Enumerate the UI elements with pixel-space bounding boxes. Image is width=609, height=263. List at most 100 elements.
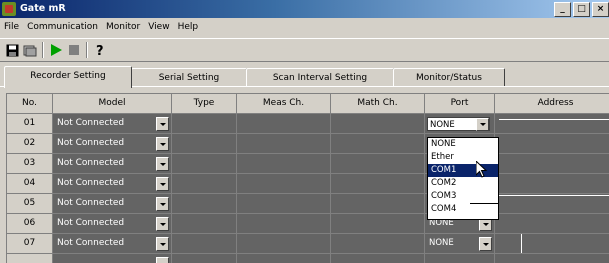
save-icon[interactable] — [4, 42, 20, 58]
model-value: Not Connected — [57, 138, 125, 148]
table-row: 02 Not Connected — [7, 134, 609, 154]
chevron-down-icon[interactable] — [156, 217, 169, 231]
tab-recorder-setting[interactable]: Recorder Setting — [4, 66, 132, 88]
table-header: No. Model Type Meas Ch. Math Ch. Port Ad… — [7, 94, 609, 114]
row-number — [7, 254, 53, 263]
model-select[interactable]: Not Connected — [53, 174, 172, 194]
math-ch-cell — [331, 114, 425, 134]
model-select[interactable]: Not Connected — [53, 194, 172, 214]
tab-serial-setting[interactable]: Serial Setting — [131, 68, 247, 87]
model-value: Not Connected — [57, 158, 125, 168]
type-cell — [172, 154, 237, 174]
chevron-down-icon[interactable] — [156, 197, 169, 211]
port-option-com3[interactable]: COM3 — [428, 190, 498, 203]
model-select[interactable]: Not Connected — [53, 114, 172, 134]
port-option-com4[interactable]: COM4 — [428, 203, 498, 216]
port-dropdown-list: NONE Ether COM1 COM2 COM3 COM4 — [427, 137, 499, 220]
model-select[interactable]: Not Connected — [53, 214, 172, 234]
type-cell — [172, 114, 237, 134]
address-cell[interactable] — [495, 214, 609, 234]
row-number: 01 — [7, 114, 53, 134]
meas-ch-cell — [237, 134, 331, 154]
table-row: 04 Not Connected — [7, 174, 609, 194]
stop-icon[interactable] — [66, 42, 82, 58]
address-cell[interactable] — [495, 194, 609, 214]
model-value: Not Connected — [57, 178, 125, 188]
port-cell: NONE — [425, 114, 495, 134]
chevron-down-icon[interactable] — [479, 237, 492, 251]
address-cell[interactable] — [495, 154, 609, 174]
port-select[interactable]: NONE — [425, 234, 495, 254]
type-cell — [172, 234, 237, 254]
play-icon[interactable] — [48, 42, 64, 58]
tab-monitor-status[interactable]: Monitor/Status — [393, 68, 505, 87]
menu-bar: File Communication Monitor View Help — [0, 20, 202, 36]
address-cell[interactable] — [495, 174, 609, 194]
model-select[interactable]: Not Connected — [53, 134, 172, 154]
window-title: Gate mR — [20, 3, 66, 14]
meas-ch-cell — [237, 114, 331, 134]
close-button[interactable]: × — [592, 2, 609, 17]
model-select[interactable]: Not Connected — [53, 154, 172, 174]
svg-text:?: ? — [96, 44, 104, 57]
math-ch-cell — [331, 174, 425, 194]
model-select[interactable]: Not Connected — [53, 234, 172, 254]
port-option-none[interactable]: NONE — [428, 138, 498, 151]
chevron-down-icon[interactable] — [156, 117, 169, 131]
table-row: 03 Not Connected — [7, 154, 609, 174]
minimize-button[interactable]: _ — [554, 2, 571, 17]
math-ch-cell — [331, 254, 425, 263]
header-math-ch: Math Ch. — [331, 94, 425, 114]
recorder-grid: No. Model Type Meas Ch. Math Ch. Port Ad… — [6, 93, 609, 263]
port-select[interactable]: NONE — [427, 117, 490, 131]
chevron-down-icon[interactable] — [156, 137, 169, 151]
type-cell — [172, 194, 237, 214]
menu-communication[interactable]: Communication — [23, 20, 102, 36]
header-model: Model — [53, 94, 172, 114]
model-value: Not Connected — [57, 218, 125, 228]
menu-view[interactable]: View — [144, 20, 173, 36]
model-value: Not Connected — [57, 238, 125, 248]
chevron-down-icon[interactable] — [156, 157, 169, 171]
header-type: Type — [172, 94, 237, 114]
header-port: Port — [425, 94, 495, 114]
open-icon[interactable] — [22, 42, 38, 58]
chevron-down-icon[interactable] — [156, 177, 169, 191]
menu-help[interactable]: Help — [174, 20, 203, 36]
header-no: No. — [7, 94, 53, 114]
row-number: 06 — [7, 214, 53, 234]
row-number: 03 — [7, 154, 53, 174]
address-cell[interactable] — [495, 134, 609, 154]
model-select[interactable] — [53, 254, 172, 263]
type-cell — [172, 214, 237, 234]
meas-ch-cell — [237, 254, 331, 263]
menu-file[interactable]: File — [0, 20, 23, 36]
row-number: 02 — [7, 134, 53, 154]
tab-strip: Recorder Setting Serial Setting Scan Int… — [0, 66, 609, 88]
math-ch-cell — [331, 234, 425, 254]
title-bar[interactable]: Gate mR _ □ × — [0, 0, 609, 18]
toolbar: ? — [0, 38, 609, 62]
port-value: NONE — [430, 120, 455, 130]
maximize-button[interactable]: □ — [573, 2, 590, 17]
math-ch-cell — [331, 194, 425, 214]
chevron-down-icon[interactable] — [476, 118, 489, 131]
address-cell[interactable] — [495, 234, 609, 254]
table-row — [7, 254, 609, 263]
table-row: 06 Not Connected NONE — [7, 214, 609, 234]
address-cell[interactable] — [495, 114, 609, 134]
meas-ch-cell — [237, 194, 331, 214]
help-icon[interactable]: ? — [92, 42, 108, 58]
menu-monitor[interactable]: Monitor — [102, 20, 144, 36]
port-value: NONE — [429, 238, 454, 248]
tab-scan-interval-setting[interactable]: Scan Interval Setting — [246, 68, 394, 87]
header-address: Address — [495, 94, 609, 114]
math-ch-cell — [331, 134, 425, 154]
model-value: Not Connected — [57, 118, 125, 128]
port-cell[interactable] — [425, 254, 495, 263]
address-cell[interactable] — [495, 254, 609, 263]
chevron-down-icon[interactable] — [156, 237, 169, 251]
type-cell — [172, 174, 237, 194]
chevron-down-icon[interactable] — [156, 257, 169, 263]
meas-ch-cell — [237, 214, 331, 234]
